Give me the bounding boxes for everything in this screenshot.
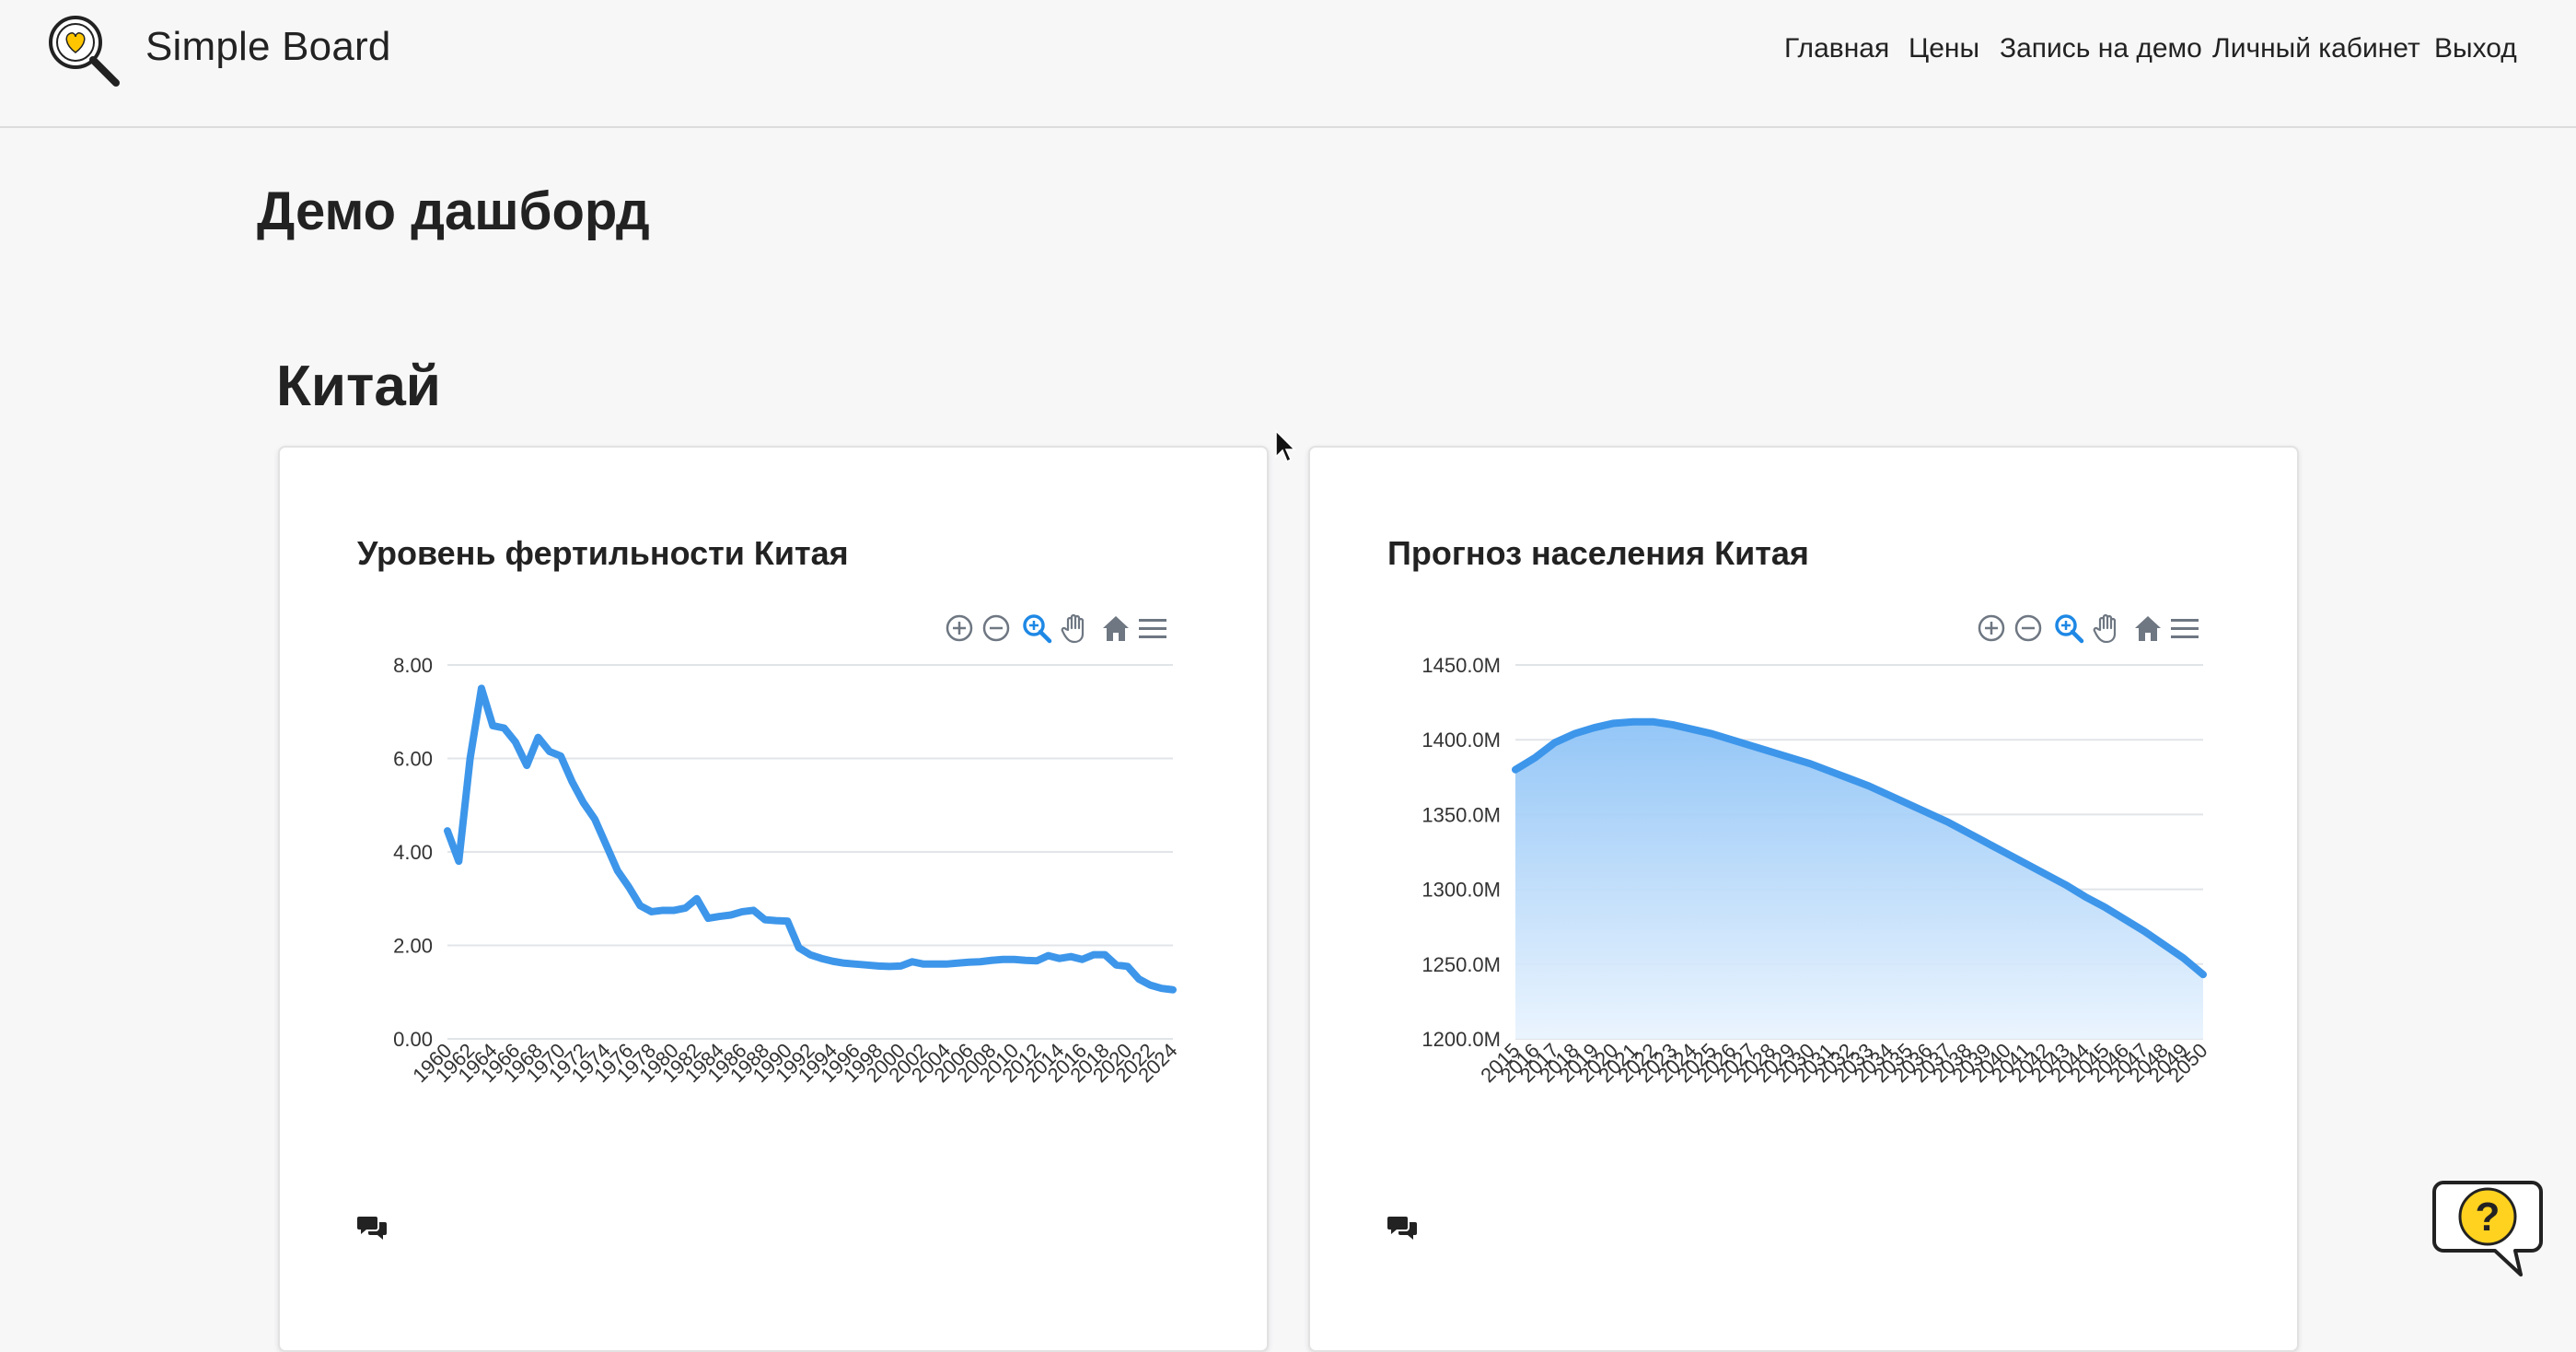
y-tick-label: 1300.0M — [1421, 879, 1501, 902]
y-tick-label: 8.00 — [393, 654, 433, 677]
top-navbar: Simple Board Главная Цены Запись на демо… — [0, 0, 2576, 128]
y-tick-label: 4.00 — [393, 841, 433, 864]
y-tick-label: 1350.0M — [1421, 803, 1501, 826]
nav-item-demo-signup[interactable]: Запись на демо — [2000, 33, 2202, 64]
series-area — [1515, 721, 2203, 1039]
y-tick-label: 1250.0M — [1421, 953, 1501, 976]
nav-item-logout[interactable]: Выход — [2434, 33, 2517, 64]
help-bubble-icon[interactable]: ? — [2431, 1175, 2545, 1282]
comments-icon[interactable] — [357, 1214, 389, 1241]
brand-name[interactable]: Simple Board — [145, 24, 391, 70]
page-title: Демо дашборд — [257, 181, 650, 241]
magnifier-heart-logo-icon[interactable] — [44, 11, 123, 90]
chart-card-population: Прогноз населения Китая 1200.0M 1250.0M … — [1308, 446, 2299, 1352]
svg-text:?: ? — [2476, 1195, 2501, 1240]
y-tick-label: 1450.0M — [1421, 654, 1501, 677]
y-tick-label: 0.00 — [393, 1028, 433, 1051]
fertility-line-chart: 0.002.004.006.008.0019601962196419661968… — [393, 654, 1181, 1087]
y-tick-label: 1200.0M — [1421, 1028, 1501, 1051]
nav-item-account[interactable]: Личный кабинет — [2212, 33, 2420, 64]
nav-item-home[interactable]: Главная — [1784, 33, 1889, 64]
y-tick-label: 1400.0M — [1421, 728, 1501, 752]
nav-item-prices[interactable]: Цены — [1909, 33, 1979, 64]
section-title: Китай — [276, 355, 441, 418]
comments-icon[interactable] — [1387, 1214, 1419, 1241]
mouse-cursor-icon — [1275, 429, 1296, 463]
population-area-chart: 1200.0M 1250.0M 1300.0M 1350.0M 1400.0M 1450.… — [1421, 654, 2211, 1087]
y-tick-label: 6.00 — [393, 748, 433, 771]
chart-card-fertility: Уровень фертильности Китая 0.00 2.00 4.0… — [278, 446, 1269, 1352]
y-tick-label: 2.00 — [393, 935, 433, 958]
